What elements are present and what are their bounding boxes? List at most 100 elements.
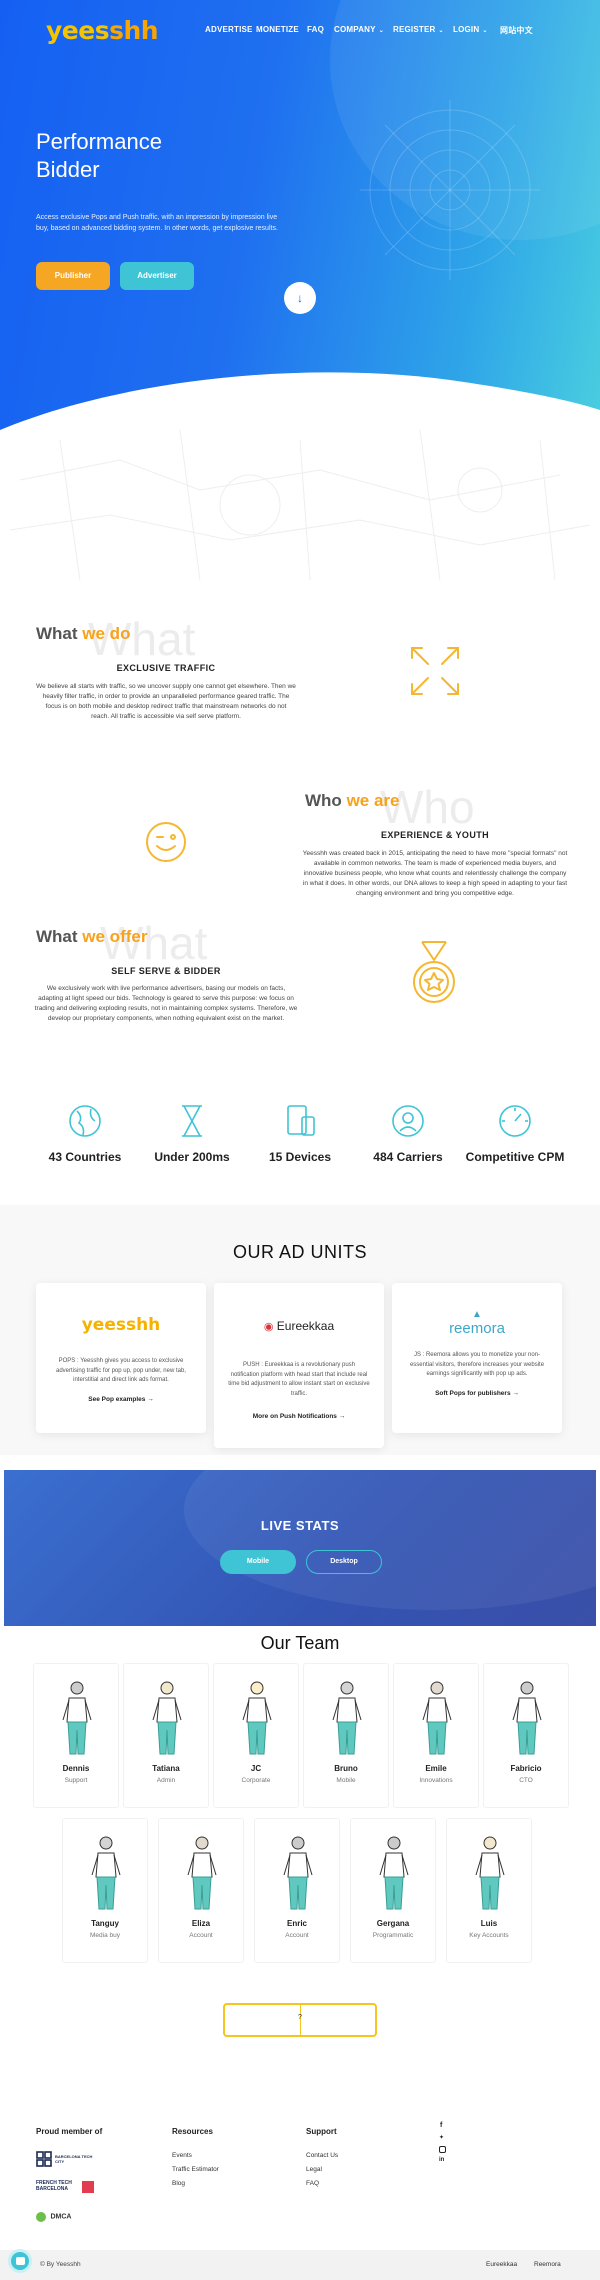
team-title: Our Team [260, 1633, 340, 1653]
who-we-are-title-b: we are [346, 791, 400, 810]
team-member-card: JC Corporate [213, 1663, 299, 1808]
team-member-card: Tanguy Media buy [62, 1818, 148, 1963]
what-we-offer-title-a: What [36, 927, 78, 946]
team-member-name: Tanguy [91, 1919, 119, 1928]
more-team-label: ? [298, 2014, 302, 2021]
more-on-push-label: More on Push Notifications [252, 1413, 337, 1420]
yeesshh-brand-logo: yeesshh [81, 1315, 161, 1335]
scroll-down-button[interactable]: ↓ [284, 282, 316, 314]
team-member-role: Mobile [336, 1777, 356, 1784]
what-we-offer-title-b: we offer [82, 927, 148, 946]
team-member-name: Dennis [62, 1764, 90, 1773]
team-member-role: Innovations [419, 1777, 453, 1784]
bottom-link-reemora[interactable]: Reemora [534, 2261, 561, 2268]
nav-faq[interactable]: FAQ [307, 25, 324, 34]
hero-title: Performance Bidder [36, 128, 256, 184]
footer-link-traffic-estimator[interactable]: Traffic Estimator [172, 2166, 219, 2173]
reemora-brand-text: reemora [449, 1320, 505, 1337]
team-member-card: Gergana Programmatic [350, 1818, 436, 1963]
arrow-down-icon: ↓ [297, 291, 303, 305]
team-illustration [242, 1681, 272, 1755]
gauge-icon [499, 1105, 531, 1137]
mobile-button[interactable]: Mobile [220, 1550, 296, 1574]
what-we-offer-title: What we offer [36, 927, 147, 947]
nav-advertise-label: ADVERTISE [205, 25, 253, 34]
twitter-icon[interactable]: ✦ [439, 2134, 444, 2141]
footer-link-blog[interactable]: Blog [172, 2180, 185, 2187]
ad-card-push: ◉ Eureekkaa PUSH : Eureekkaa is a revolu… [214, 1283, 384, 1448]
logo-part-1: yees [46, 16, 110, 45]
team-member-name: Gergana [376, 1919, 410, 1928]
footer-link-contact[interactable]: Contact Us [306, 2152, 338, 2159]
ad-card-js-text: JS : Reemora allows you to monetize your… [409, 1352, 545, 1377]
team-member-role: Admin [156, 1777, 176, 1784]
see-pop-examples-link[interactable]: See Pop examples → [36, 1396, 206, 1403]
team-member-card: Enric Account [254, 1818, 340, 1963]
eureekkaa-brand-text: Eureekkaa [276, 1319, 335, 1333]
team-member-name: Tatiana [152, 1764, 180, 1773]
what-we-do-title-b: we do [82, 624, 131, 643]
eye-icon: ◉ [263, 1321, 274, 1333]
soft-pops-link[interactable]: Soft Pops for publishers → [392, 1390, 562, 1397]
nav-register[interactable]: REGISTER ⌄ [393, 25, 444, 34]
footer-link-faq[interactable]: FAQ [306, 2180, 319, 2187]
team-illustration [283, 1836, 313, 1910]
dmca-badge[interactable]: DMCA [36, 2208, 71, 2222]
stat-carriers-label: 484 Carriers [373, 1150, 443, 1164]
nav-company-label: COMPANY [334, 25, 376, 34]
medal-icon [413, 941, 455, 1003]
team-member-role: Support [64, 1777, 88, 1784]
resources-title: Resources [172, 2127, 213, 2136]
nav-monetize[interactable]: MONETIZE [256, 25, 299, 34]
more-on-push-link[interactable]: More on Push Notifications → [214, 1413, 384, 1420]
logo-part-2: shh [109, 16, 159, 45]
nav-faq-label: FAQ [307, 25, 325, 34]
hero-title-line-2: Bidder [36, 157, 100, 182]
team-member-name: Eliza [191, 1919, 211, 1928]
team-member-role: Key Accounts [469, 1932, 509, 1939]
reemora-brand-logo: ▲ reemora [392, 1309, 562, 1337]
hourglass-icon [182, 1105, 202, 1137]
stat-countries-label: 43 Countries [48, 1150, 122, 1164]
nav-chinese[interactable]: 网站中文 [500, 25, 533, 36]
team-illustration [475, 1836, 505, 1910]
sail-icon: ▲ [472, 1309, 482, 1320]
nav-company[interactable]: COMPANY ⌄ [334, 25, 384, 34]
publisher-button[interactable]: Publisher [36, 262, 110, 290]
what-we-do-title-a: What [36, 624, 78, 643]
footer-link-events[interactable]: Events [172, 2152, 192, 2159]
ad-card-js: ▲ reemora JS : Reemora allows you to mon… [392, 1283, 562, 1433]
team-illustration [379, 1836, 409, 1910]
team-member-role: Account [189, 1932, 213, 1939]
advertiser-button[interactable]: Advertiser [120, 262, 194, 290]
french-tech-logo[interactable]: FRENCH TECH BARCELONA [36, 2178, 100, 2196]
team-member-name: Luis [480, 1919, 498, 1928]
support-title: Support [306, 2127, 337, 2136]
proud-member-title: Proud member of [36, 2127, 103, 2136]
nav-advertise[interactable]: ADVERTISE [205, 25, 253, 34]
facebook-icon[interactable]: f [440, 2122, 442, 2129]
who-we-are-text: Yeesshh was created back in 2015, antici… [302, 850, 568, 897]
more-team-button[interactable]: ? [223, 2003, 377, 2037]
logo[interactable]: yeesshh [46, 16, 159, 45]
stat-devices-label: 15 Devices [268, 1150, 332, 1164]
nav-chinese-label: 网站中文 [500, 26, 533, 35]
compass-decor-icon [360, 100, 540, 280]
nav-login-label: LOGIN [453, 25, 480, 34]
hero-title-line-1: Performance [36, 129, 162, 154]
bottom-link-eureekkaa[interactable]: Eureekkaa [486, 2261, 517, 2268]
btc-logo-text: BARCELONA TECH CITY [55, 2154, 93, 2164]
instagram-icon[interactable] [439, 2146, 446, 2153]
nav-login[interactable]: LOGIN ⌄ [453, 25, 488, 34]
barcelona-tech-city-logo[interactable]: BARCELONA TECH CITY [36, 2150, 100, 2168]
stat-cpm: Competitive CPM [460, 1103, 570, 1164]
desktop-button[interactable]: Desktop [306, 1550, 382, 1574]
arrow-right-icon: → [147, 1395, 154, 1403]
french-tech-mark-icon [82, 2181, 94, 2193]
footer-link-legal[interactable]: Legal [306, 2166, 322, 2173]
who-we-are-title-a: Who [305, 791, 342, 810]
linkedin-icon[interactable]: in [439, 2157, 444, 2163]
chat-button[interactable] [8, 2249, 32, 2273]
team-member-card: Luis Key Accounts [446, 1818, 532, 1963]
ad-card-pops-text: POPS : Yeesshh gives you access to exclu… [56, 1358, 186, 1383]
